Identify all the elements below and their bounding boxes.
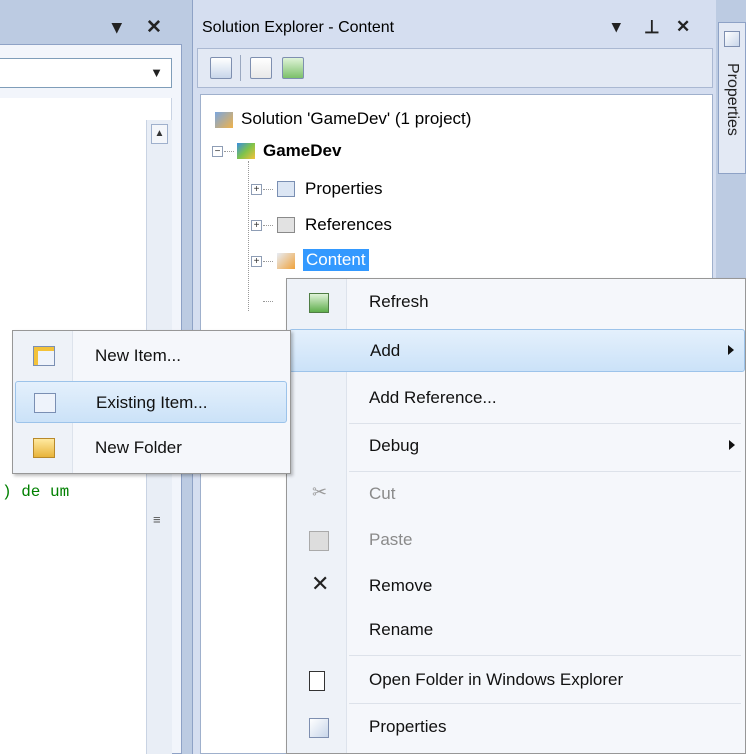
menu-item-label: Debug bbox=[369, 436, 420, 455]
menu-item-cut[interactable]: ✂ Cut bbox=[289, 473, 745, 516]
menu-item-remove[interactable]: ✕ Remove bbox=[289, 565, 745, 608]
remove-icon: ✕ bbox=[311, 571, 330, 596]
tree-line bbox=[263, 225, 273, 226]
properties-side-tab[interactable]: Properties bbox=[718, 22, 746, 174]
chevron-down-icon[interactable]: ▼ bbox=[150, 65, 163, 80]
menu-item-label: Cut bbox=[369, 484, 396, 503]
menu-item-add-reference[interactable]: Add Reference... bbox=[289, 377, 745, 420]
menu-item-paste[interactable]: Paste bbox=[289, 519, 745, 562]
menu-item-refresh[interactable]: Refresh bbox=[289, 281, 745, 324]
code-comment: ) de um bbox=[2, 483, 70, 501]
menu-item-label: Add bbox=[370, 341, 401, 360]
tree-line bbox=[263, 261, 273, 262]
references-icon bbox=[277, 217, 295, 233]
new-folder-icon bbox=[33, 438, 55, 458]
expand-icon[interactable]: + bbox=[251, 184, 262, 195]
chevron-down-icon[interactable]: ▾ bbox=[112, 16, 122, 39]
solution-explorer-toolbar bbox=[197, 48, 713, 88]
pin-icon[interactable]: ⊥ bbox=[644, 17, 660, 38]
context-menu: Refresh Add Add Reference... Debug ✂ Cut… bbox=[286, 278, 746, 754]
close-icon[interactable]: ✕ bbox=[146, 16, 162, 39]
menu-separator bbox=[349, 423, 741, 424]
menu-separator bbox=[349, 471, 741, 472]
tree-node-content[interactable]: Content bbox=[303, 249, 369, 271]
menu-separator bbox=[349, 655, 741, 656]
chevron-down-icon[interactable]: ▾ bbox=[612, 17, 621, 37]
tree-line bbox=[224, 151, 234, 152]
collapse-icon[interactable]: − bbox=[212, 146, 223, 157]
refresh-icon[interactable] bbox=[282, 57, 304, 79]
menu-item-properties[interactable]: Properties bbox=[289, 706, 745, 749]
properties-icon bbox=[724, 31, 740, 47]
menu-item-rename[interactable]: Rename bbox=[289, 609, 745, 652]
solution-explorer-titlebar: Solution Explorer - Content ▾ ⊥ ✕ bbox=[192, 10, 716, 44]
tree-node-properties[interactable]: Properties bbox=[305, 179, 382, 199]
menu-item-label: Rename bbox=[369, 620, 434, 639]
close-icon[interactable]: ✕ bbox=[676, 17, 690, 37]
properties-icon[interactable] bbox=[210, 57, 232, 79]
scroll-up-button[interactable]: ▲ bbox=[151, 124, 168, 144]
menu-item-label: Paste bbox=[369, 530, 413, 549]
tree-line bbox=[263, 189, 273, 190]
existing-item-icon bbox=[34, 393, 56, 413]
menu-item-label: Remove bbox=[369, 576, 433, 595]
open-folder-icon bbox=[309, 671, 325, 691]
paste-icon bbox=[309, 531, 329, 551]
content-project-icon bbox=[277, 253, 295, 269]
menu-separator bbox=[349, 703, 741, 704]
toolbar-separator bbox=[240, 55, 241, 81]
splitter-grip-icon[interactable]: ≡ bbox=[153, 512, 161, 527]
member-dropdown[interactable]: ▼ bbox=[0, 58, 172, 88]
menu-item-open-folder[interactable]: Open Folder in Windows Explorer bbox=[289, 659, 745, 702]
menu-item-new-folder[interactable]: New Folder bbox=[15, 427, 287, 469]
menu-item-label: Existing Item... bbox=[96, 393, 208, 412]
menu-item-debug[interactable]: Debug bbox=[289, 425, 745, 468]
menu-item-label: Add Reference... bbox=[369, 388, 497, 407]
menu-item-label: Refresh bbox=[369, 292, 429, 311]
left-panel-titlebar: ▾ ✕ bbox=[0, 10, 180, 44]
expand-icon[interactable]: + bbox=[251, 220, 262, 231]
solution-explorer-title: Solution Explorer - Content bbox=[202, 19, 395, 36]
menu-item-add[interactable]: Add bbox=[289, 329, 745, 372]
solution-icon bbox=[215, 112, 233, 128]
tree-node-references[interactable]: References bbox=[305, 215, 392, 235]
tree-node-solution[interactable]: Solution 'GameDev' (1 project) bbox=[241, 109, 471, 129]
submenu-arrow-icon bbox=[728, 345, 734, 355]
new-item-icon bbox=[33, 346, 55, 366]
show-all-files-icon[interactable] bbox=[250, 57, 272, 79]
menu-item-new-item[interactable]: New Item... bbox=[15, 335, 287, 377]
menu-item-existing-item[interactable]: Existing Item... bbox=[15, 381, 287, 423]
menu-item-label: Properties bbox=[369, 717, 447, 736]
cut-icon: ✂ bbox=[312, 482, 328, 502]
submenu-arrow-icon bbox=[729, 440, 735, 450]
menu-item-label: New Item... bbox=[95, 346, 181, 365]
tree-node-project[interactable]: GameDev bbox=[263, 141, 341, 161]
expand-icon[interactable]: + bbox=[251, 256, 262, 267]
menu-item-label: New Folder bbox=[95, 438, 182, 457]
project-icon bbox=[237, 143, 255, 159]
tree-line bbox=[263, 301, 273, 302]
properties-icon bbox=[309, 718, 329, 738]
tree-line bbox=[248, 161, 249, 311]
properties-tab-label: Properties bbox=[724, 63, 741, 136]
menu-item-label: Open Folder in Windows Explorer bbox=[369, 670, 624, 689]
add-submenu: New Item... Existing Item... New Folder bbox=[12, 330, 291, 474]
refresh-icon bbox=[309, 293, 329, 313]
properties-folder-icon bbox=[277, 181, 295, 197]
